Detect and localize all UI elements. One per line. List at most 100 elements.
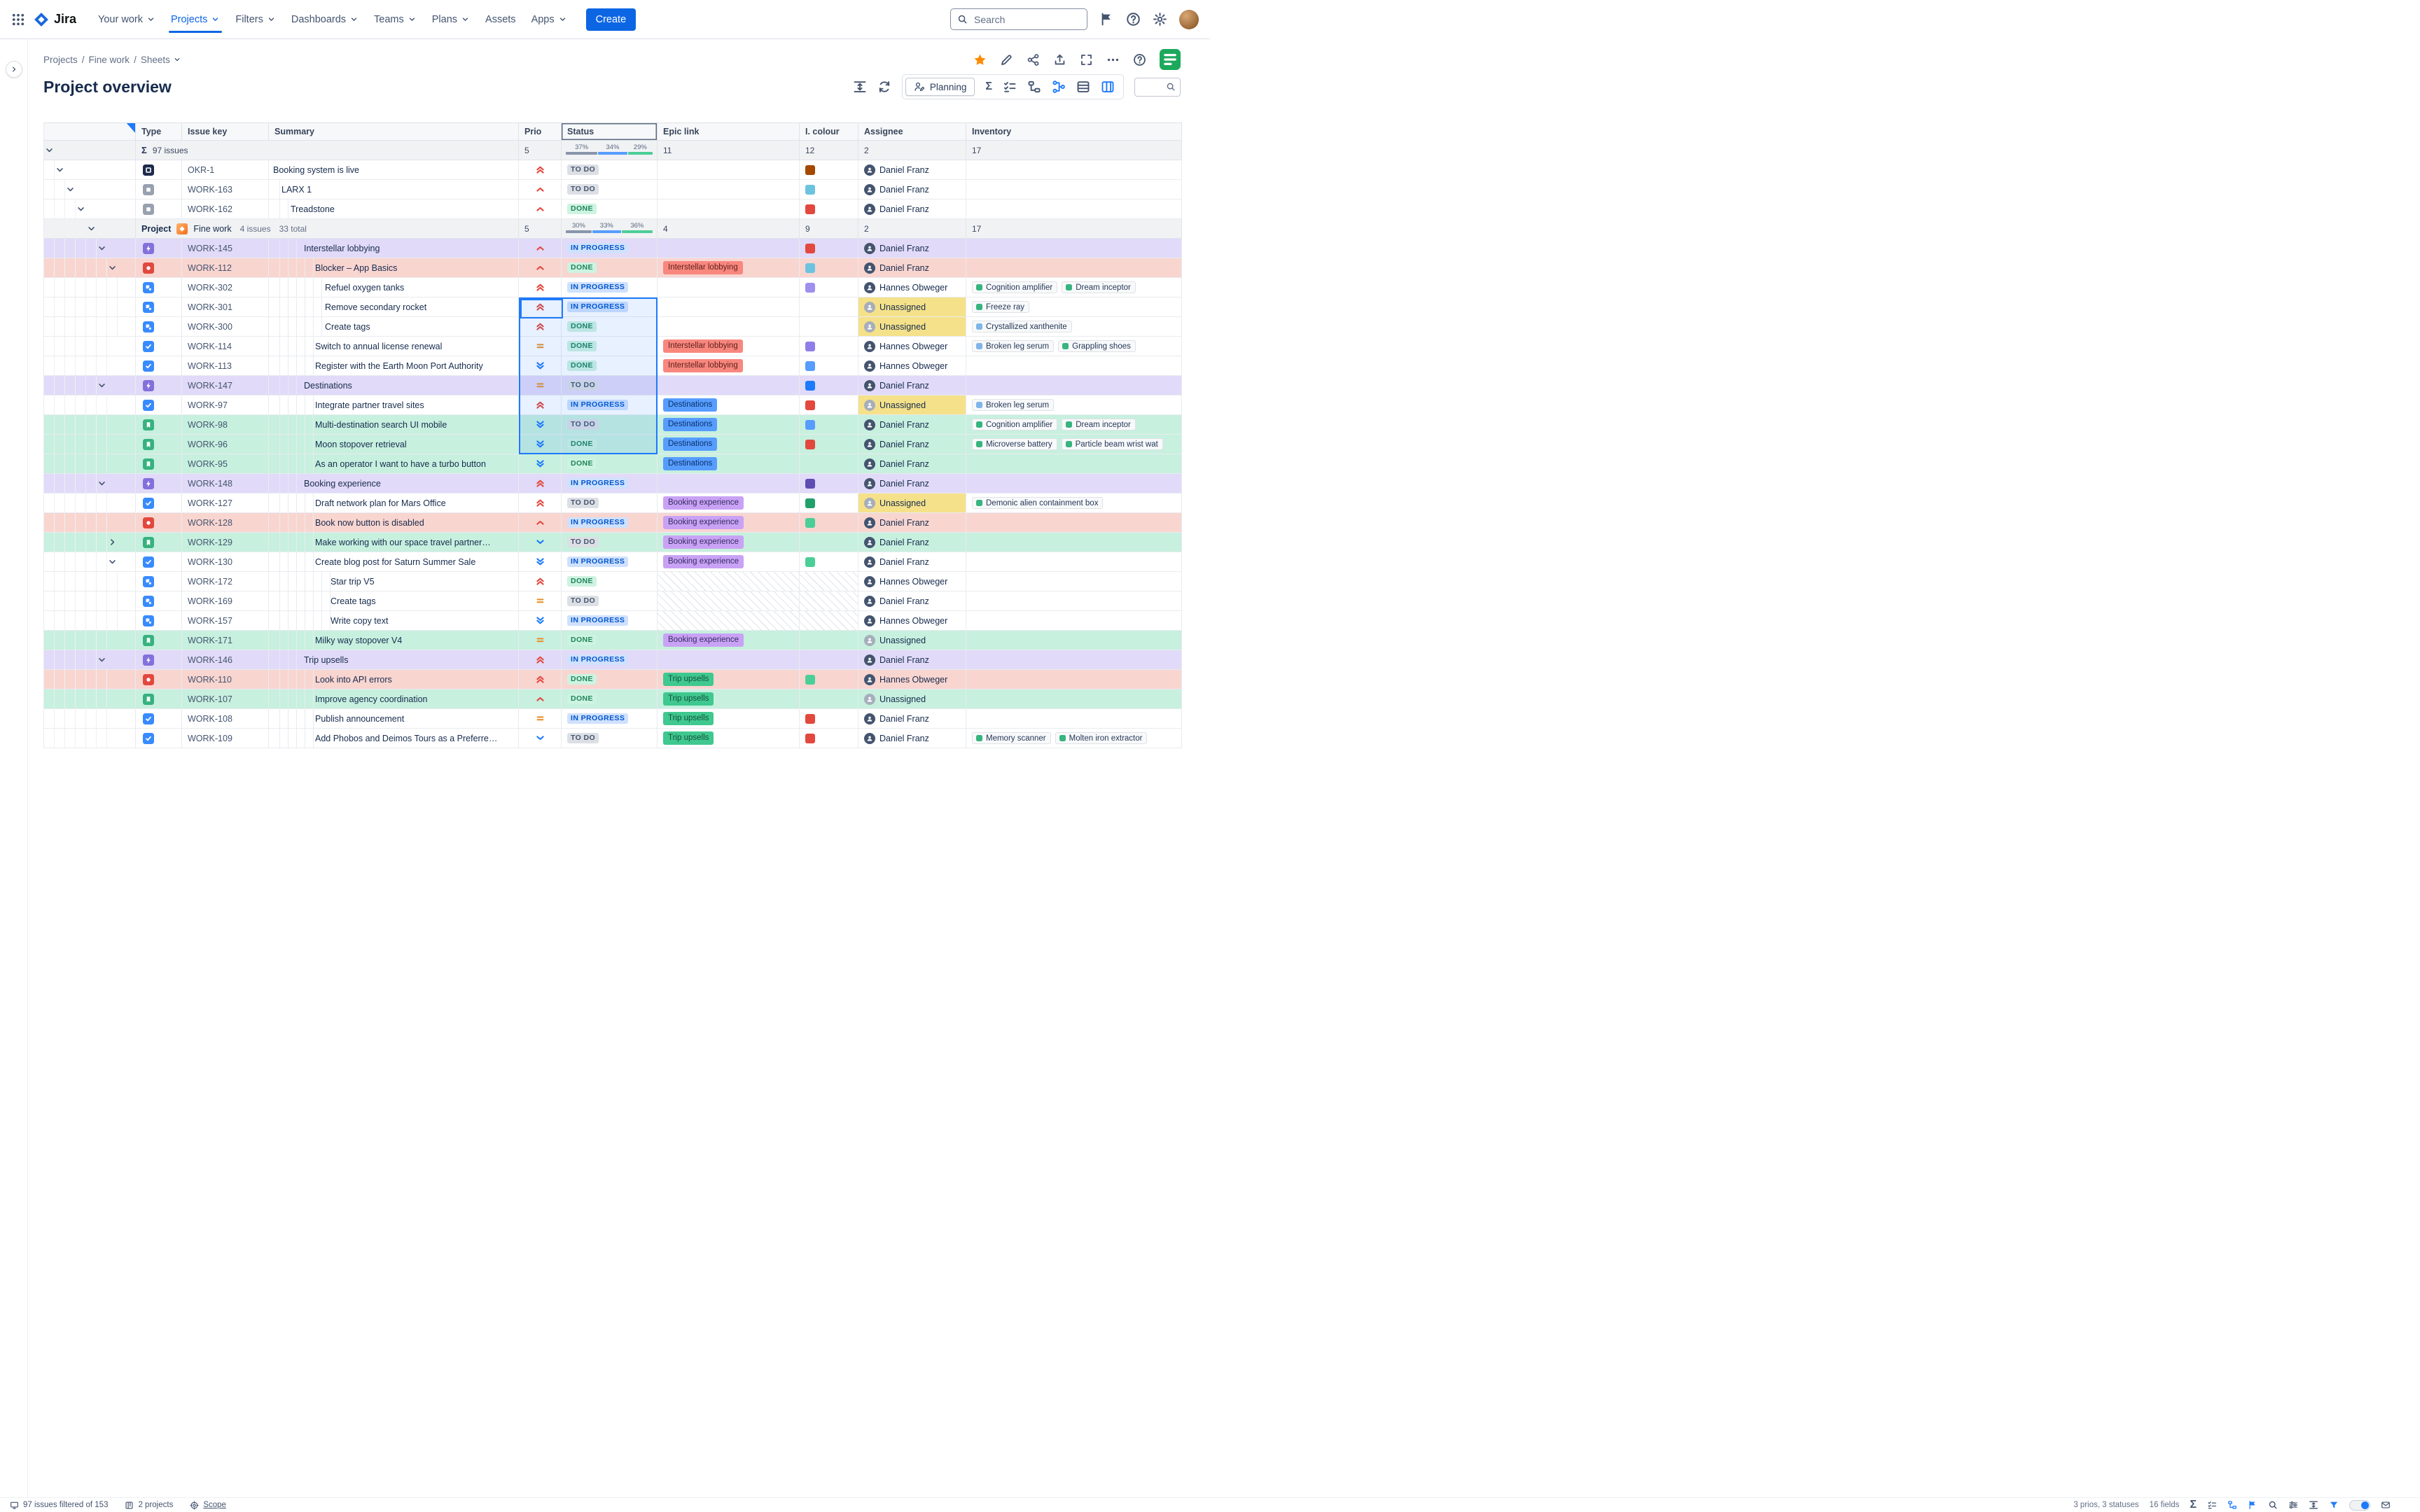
issue-row[interactable]: WORK-162TreadstoneDONEDaniel Franz xyxy=(43,200,1182,219)
chevron-down-icon[interactable] xyxy=(55,164,65,175)
table-search-input[interactable] xyxy=(1134,78,1181,97)
sum-icon[interactable]: Σ xyxy=(985,81,992,92)
nav-item-apps[interactable]: Apps xyxy=(524,0,575,39)
footer-scope[interactable]: Scope xyxy=(190,1501,226,1510)
export-icon[interactable] xyxy=(1053,53,1066,66)
checklist-icon[interactable] xyxy=(1003,80,1017,94)
issue-row[interactable]: WORK-129Make working with our space trav… xyxy=(43,533,1182,552)
global-search[interactable] xyxy=(950,8,1087,30)
help-icon[interactable] xyxy=(1133,53,1146,66)
column-header-summary[interactable]: Summary xyxy=(269,123,519,141)
column-header-epic-link[interactable]: Epic link xyxy=(658,123,800,141)
issue-row[interactable]: WORK-128Book now button is disabledIN PR… xyxy=(43,513,1182,533)
megaphone-icon[interactable] xyxy=(1099,12,1114,27)
chevron-right-icon[interactable] xyxy=(107,537,118,547)
issue-row[interactable]: WORK-110Look into API errorsDONETrip ups… xyxy=(43,670,1182,690)
global-search-input[interactable] xyxy=(973,13,1080,26)
nav-item-teams[interactable]: Teams xyxy=(366,0,424,39)
chevron-down-icon[interactable] xyxy=(97,380,107,391)
chevron-down-icon[interactable] xyxy=(97,654,107,665)
issue-row[interactable]: WORK-169Create tagsTO DODaniel Franz xyxy=(43,592,1182,611)
footer-toggle[interactable] xyxy=(2349,1500,2370,1511)
column-header-prio[interactable]: Prio xyxy=(519,123,562,141)
issue-row[interactable]: WORK-300Create tagsDONEUnassignedCrystal… xyxy=(43,317,1182,337)
issue-row[interactable]: WORK-98Multi-destination search UI mobil… xyxy=(43,415,1182,435)
breadcrumb-projects[interactable]: Projects xyxy=(43,55,78,65)
issue-row[interactable]: WORK-171Milky way stopover V4DONEBooking… xyxy=(43,631,1182,650)
column-header-type[interactable]: Type xyxy=(136,123,182,141)
search-icon[interactable] xyxy=(2268,1500,2278,1510)
project-group-row[interactable]: ProjectFine work4 issues33 total530%33%3… xyxy=(43,219,1182,239)
favorite-star-icon[interactable] xyxy=(973,53,987,66)
nav-item-dashboards[interactable]: Dashboards xyxy=(284,0,366,39)
issue-row[interactable]: WORK-301Remove secondary rocketIN PROGRE… xyxy=(43,298,1182,317)
issue-row[interactable]: WORK-107Improve agency coordinationDONET… xyxy=(43,690,1182,709)
sum-icon[interactable]: Σ xyxy=(2190,1499,2197,1511)
filter-icon[interactable] xyxy=(50,123,136,141)
refresh-icon[interactable] xyxy=(877,80,891,94)
issue-row[interactable]: WORK-146Trip upsellsIN PROGRESSDaniel Fr… xyxy=(43,650,1182,670)
flag-icon[interactable] xyxy=(2248,1500,2258,1510)
edit-pencil-icon[interactable] xyxy=(1000,53,1013,66)
rows-icon[interactable] xyxy=(1076,80,1090,94)
chevron-down-icon[interactable] xyxy=(86,223,97,234)
settings-gear-icon[interactable] xyxy=(1153,12,1167,27)
mail-icon[interactable] xyxy=(2381,1500,2391,1510)
column-header-inventory[interactable]: Inventory xyxy=(966,123,1182,141)
footer-label[interactable]: Scope xyxy=(203,1501,226,1509)
column-header-issue-key[interactable]: Issue key xyxy=(182,123,269,141)
issue-row[interactable]: WORK-108Publish announcementIN PROGRESST… xyxy=(43,709,1182,729)
issue-row[interactable]: WORK-163LARX 1TO DODaniel Franz xyxy=(43,180,1182,200)
sheets-app-icon[interactable] xyxy=(1160,49,1181,70)
issue-row[interactable]: WORK-130Create blog post for Saturn Summ… xyxy=(43,552,1182,572)
issue-row[interactable]: WORK-113Register with the Earth Moon Por… xyxy=(43,356,1182,376)
issue-row[interactable]: WORK-157Write copy textIN PROGRESSHannes… xyxy=(43,611,1182,631)
chevron-down-icon[interactable] xyxy=(44,145,55,155)
issue-row[interactable]: WORK-96Moon stopover retrievalDONEDestin… xyxy=(43,435,1182,454)
sliders-icon[interactable] xyxy=(2288,1500,2298,1510)
chevron-down-icon[interactable] xyxy=(97,478,107,489)
nav-item-assets[interactable]: Assets xyxy=(478,0,524,39)
planning-mode-button[interactable]: Planning xyxy=(905,78,975,96)
breadcrumb-fine-work[interactable]: Fine work xyxy=(89,55,130,65)
issue-row[interactable]: WORK-147DestinationsTO DODaniel Franz xyxy=(43,376,1182,396)
row-height-icon[interactable] xyxy=(853,80,867,94)
checklist-icon[interactable] xyxy=(2207,1500,2217,1510)
fullscreen-icon[interactable] xyxy=(1080,53,1093,66)
nav-item-filters[interactable]: Filters xyxy=(228,0,283,39)
app-switcher-icon[interactable] xyxy=(11,13,25,27)
tree-icon[interactable] xyxy=(2227,1500,2237,1510)
column-header-assignee[interactable]: Assignee xyxy=(858,123,966,141)
share-icon[interactable] xyxy=(1027,53,1040,66)
chevron-down-icon[interactable] xyxy=(107,262,118,273)
chevron-down-icon[interactable] xyxy=(65,184,76,195)
tree-icon[interactable] xyxy=(1027,80,1041,94)
issue-row[interactable]: WORK-145Interstellar lobbyingIN PROGRESS… xyxy=(43,239,1182,258)
column-header-status[interactable]: Status xyxy=(562,123,658,141)
nav-item-your-work[interactable]: Your work xyxy=(90,0,163,39)
totals-row[interactable]: Σ97 issues537%34%29%1112217 xyxy=(43,141,1182,160)
issue-row[interactable]: WORK-97Integrate partner travel sitesIN … xyxy=(43,396,1182,415)
issue-row[interactable]: WORK-127Draft network plan for Mars Offi… xyxy=(43,493,1182,513)
column-header-tree[interactable] xyxy=(43,123,136,141)
more-options-icon[interactable] xyxy=(1106,53,1120,66)
user-avatar[interactable] xyxy=(1179,10,1199,29)
expand-sidebar-button[interactable] xyxy=(6,61,22,78)
columns-icon[interactable] xyxy=(1101,80,1115,94)
chevron-down-icon[interactable] xyxy=(97,243,107,253)
breadcrumb-sheets[interactable]: Sheets xyxy=(141,55,181,65)
issue-row[interactable]: WORK-114Switch to annual license renewal… xyxy=(43,337,1182,356)
column-header-i-colour[interactable]: I. colour xyxy=(800,123,858,141)
issue-row[interactable]: WORK-95As an operator I want to have a t… xyxy=(43,454,1182,474)
issue-row[interactable]: WORK-148Booking experienceIN PROGRESSDan… xyxy=(43,474,1182,493)
nav-item-plans[interactable]: Plans xyxy=(424,0,478,39)
issue-row[interactable]: WORK-302Refuel oxygen tanksIN PROGRESSHa… xyxy=(43,278,1182,298)
rowheight-icon[interactable] xyxy=(2309,1500,2318,1510)
jira-logo[interactable]: Jira xyxy=(34,12,76,27)
issue-row[interactable]: WORK-109Add Phobos and Deimos Tours as a… xyxy=(43,729,1182,748)
issue-row[interactable]: OKR-1Booking system is liveTO DODaniel F… xyxy=(43,160,1182,180)
chevron-down-icon[interactable] xyxy=(107,556,118,567)
create-button[interactable]: Create xyxy=(586,8,637,31)
nav-item-projects[interactable]: Projects xyxy=(163,0,228,39)
issue-row[interactable]: WORK-172Star trip V5DONEHannes Obweger xyxy=(43,572,1182,592)
